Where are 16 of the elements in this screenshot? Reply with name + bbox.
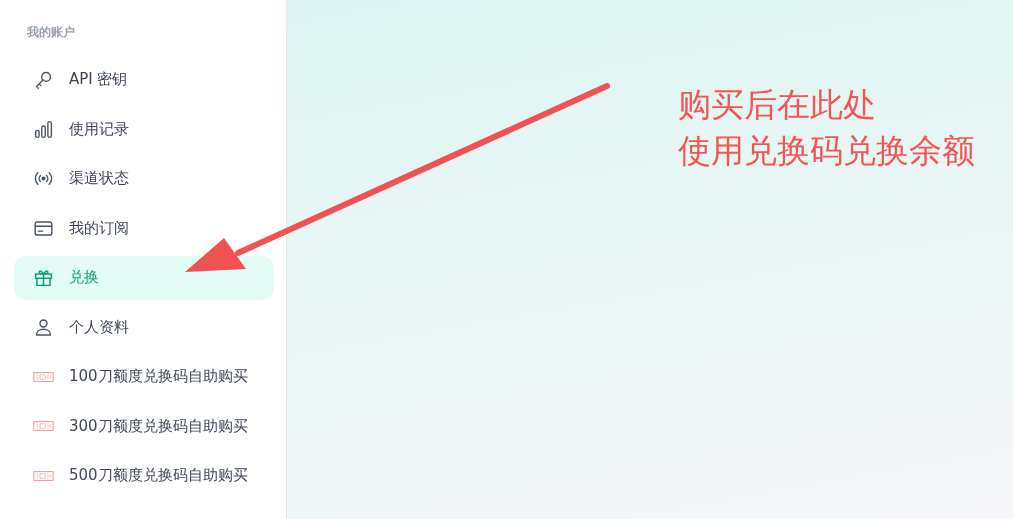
annotation-text: 使用兑换码兑换余额 [678, 130, 975, 172]
sidebar-item[interactable]: API 密钥 [14, 57, 274, 102]
sidebar-item[interactable]: 使用记录 [14, 107, 274, 151]
sidebar-item[interactable]: 100刀额度兑换码自助购买 [14, 354, 274, 399]
section-heading: 我的账户 [26, 24, 76, 41]
sidebar-item[interactable]: 300刀额度兑换码自助购买 [14, 404, 274, 448]
gift-icon [33, 267, 54, 288]
coupon-icon [33, 418, 54, 434]
sidebar-item[interactable]: 我的订阅 [14, 206, 274, 250]
annotation-text: 购买后在此处 [678, 84, 877, 126]
key-icon [33, 69, 54, 90]
sidebar-item[interactable]: 个人资料 [14, 305, 274, 349]
bar-chart-icon [33, 118, 54, 140]
sidebar-item[interactable]: 渠道状态 [14, 156, 274, 201]
sidebar-item[interactable]: 500刀额度兑换码自助购买 [14, 453, 274, 498]
person-icon [33, 316, 54, 338]
